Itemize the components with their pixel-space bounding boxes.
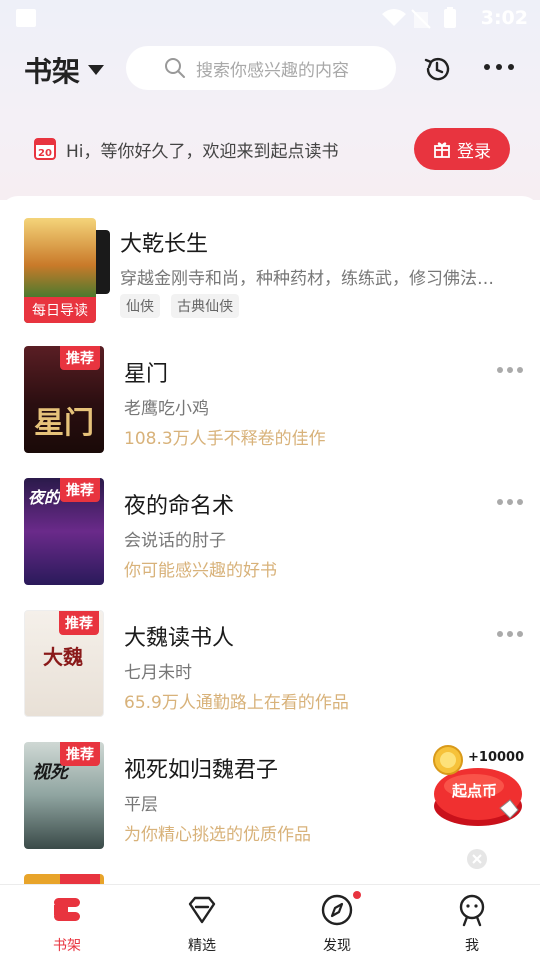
recommend-badge: 推荐 bbox=[60, 742, 100, 766]
recommend-badge: 推荐 bbox=[60, 478, 100, 502]
close-icon[interactable] bbox=[466, 848, 488, 870]
system-status-icons bbox=[382, 7, 456, 29]
book-cover: 大魏 推荐 bbox=[24, 610, 104, 717]
tab-label: 我 bbox=[465, 938, 479, 954]
featured-book-title: 大乾长生 bbox=[120, 232, 209, 257]
bottom-tab-bar: 书架 精选 发现 我 bbox=[0, 884, 540, 961]
featured-book-tags: 仙侠 古典仙侠 bbox=[120, 294, 245, 318]
login-label: 登录 bbox=[457, 141, 491, 162]
genre-tag[interactable]: 古典仙侠 bbox=[171, 294, 240, 318]
cover-art-text: 大魏 bbox=[43, 645, 83, 669]
tab-discover[interactable]: 发现 bbox=[297, 891, 377, 955]
calendar-icon: 20 bbox=[34, 138, 56, 160]
svg-text:20: 20 bbox=[38, 148, 52, 159]
caret-down-icon bbox=[88, 65, 105, 75]
book-author: 会说话的肘子 bbox=[124, 531, 226, 551]
book-author: 平层 bbox=[124, 795, 158, 815]
tab-label: 书架 bbox=[53, 938, 81, 954]
featured-book-cover: 每日导读 bbox=[24, 218, 96, 323]
clock: 3:02 bbox=[480, 7, 528, 29]
genre-tag[interactable]: 仙侠 bbox=[120, 294, 160, 318]
book-item[interactable]: 星门 推荐 星门 老鹰吃小鸡 108.3万人手不释卷的佳作 bbox=[24, 346, 524, 454]
search-icon bbox=[165, 58, 185, 78]
featured-cover-spine bbox=[96, 230, 110, 294]
book-cover: 星门 推荐 bbox=[24, 346, 104, 453]
book-title: 视死如归魏君子 bbox=[124, 758, 279, 783]
shelf-dropdown[interactable]: 书架 bbox=[24, 50, 105, 90]
tab-me[interactable]: 我 bbox=[432, 893, 512, 955]
gift-icon bbox=[434, 142, 450, 158]
status-bar: 3:02 bbox=[0, 0, 540, 36]
book-author: 七月未时 bbox=[124, 663, 192, 683]
welcome-banner: 20 Hi，等你好久了，欢迎来到起点读书 登录 bbox=[0, 124, 540, 172]
shelf-title-label: 书架 bbox=[24, 55, 81, 88]
recommend-reason: 你可能感兴趣的好书 bbox=[124, 561, 277, 581]
coin-promo-widget[interactable]: +10000 起点币 bbox=[430, 742, 526, 832]
cover-art-text: 夜的 bbox=[28, 488, 61, 507]
book-item[interactable]: 夜的 推荐 夜的命名术 会说话的肘子 你可能感兴趣的好书 bbox=[24, 478, 524, 586]
notification-dot bbox=[353, 891, 361, 899]
recommend-reason: 为你精心挑选的优质作品 bbox=[124, 825, 311, 845]
user-icon bbox=[459, 894, 485, 927]
tab-label: 精选 bbox=[188, 938, 216, 954]
book-item[interactable]: 大魏 推荐 大魏读书人 七月未时 65.9万人通勤路上在看的作品 bbox=[24, 610, 524, 718]
recommend-badge: 推荐 bbox=[59, 611, 99, 635]
recommend-reason: 65.9万人通勤路上在看的作品 bbox=[124, 693, 349, 713]
image-notification-icon bbox=[16, 9, 36, 27]
featured-book-desc: 穿越金刚寺和尚，种种药材，练练武，修习佛法… bbox=[120, 269, 494, 289]
book-title: 星门 bbox=[124, 362, 169, 387]
login-button[interactable]: 登录 bbox=[414, 128, 510, 170]
cover-art-text: 星门 bbox=[34, 406, 94, 441]
recommend-badge: 推荐 bbox=[60, 346, 100, 370]
search-input[interactable]: 搜索你感兴趣的内容 bbox=[126, 46, 396, 90]
book-cover: 视死 推荐 bbox=[24, 742, 104, 849]
coin-amount: +10000 bbox=[468, 750, 525, 765]
compass-icon bbox=[321, 894, 353, 926]
book-title: 夜的命名术 bbox=[124, 494, 235, 519]
bookshelf-icon bbox=[54, 898, 80, 921]
coin-label: 起点币 bbox=[452, 782, 498, 800]
diamond-icon bbox=[188, 896, 216, 924]
recommend-reason: 108.3万人手不释卷的佳作 bbox=[124, 429, 326, 449]
book-more-icon[interactable] bbox=[496, 366, 524, 374]
tab-bookshelf[interactable]: 书架 bbox=[27, 893, 107, 955]
book-more-icon[interactable] bbox=[496, 498, 524, 506]
book-cover: 夜的 推荐 bbox=[24, 478, 104, 585]
history-icon[interactable] bbox=[422, 54, 452, 84]
tab-label: 发现 bbox=[323, 938, 351, 954]
header: 书架 搜索你感兴趣的内容 bbox=[0, 40, 540, 96]
more-icon[interactable] bbox=[482, 62, 516, 72]
featured-book[interactable]: 每日导读 大乾长生 穿越金刚寺和尚，种种药材，练练武，修习佛法… 仙侠 古典仙侠 bbox=[24, 218, 524, 325]
book-author: 老鹰吃小鸡 bbox=[124, 399, 209, 419]
tab-featured[interactable]: 精选 bbox=[162, 893, 242, 955]
search-placeholder: 搜索你感兴趣的内容 bbox=[196, 60, 349, 81]
book-title: 大魏读书人 bbox=[124, 626, 235, 651]
book-more-icon[interactable] bbox=[496, 630, 524, 638]
welcome-message: Hi，等你好久了，欢迎来到起点读书 bbox=[66, 142, 339, 162]
daily-guide-badge: 每日导读 bbox=[24, 297, 96, 323]
